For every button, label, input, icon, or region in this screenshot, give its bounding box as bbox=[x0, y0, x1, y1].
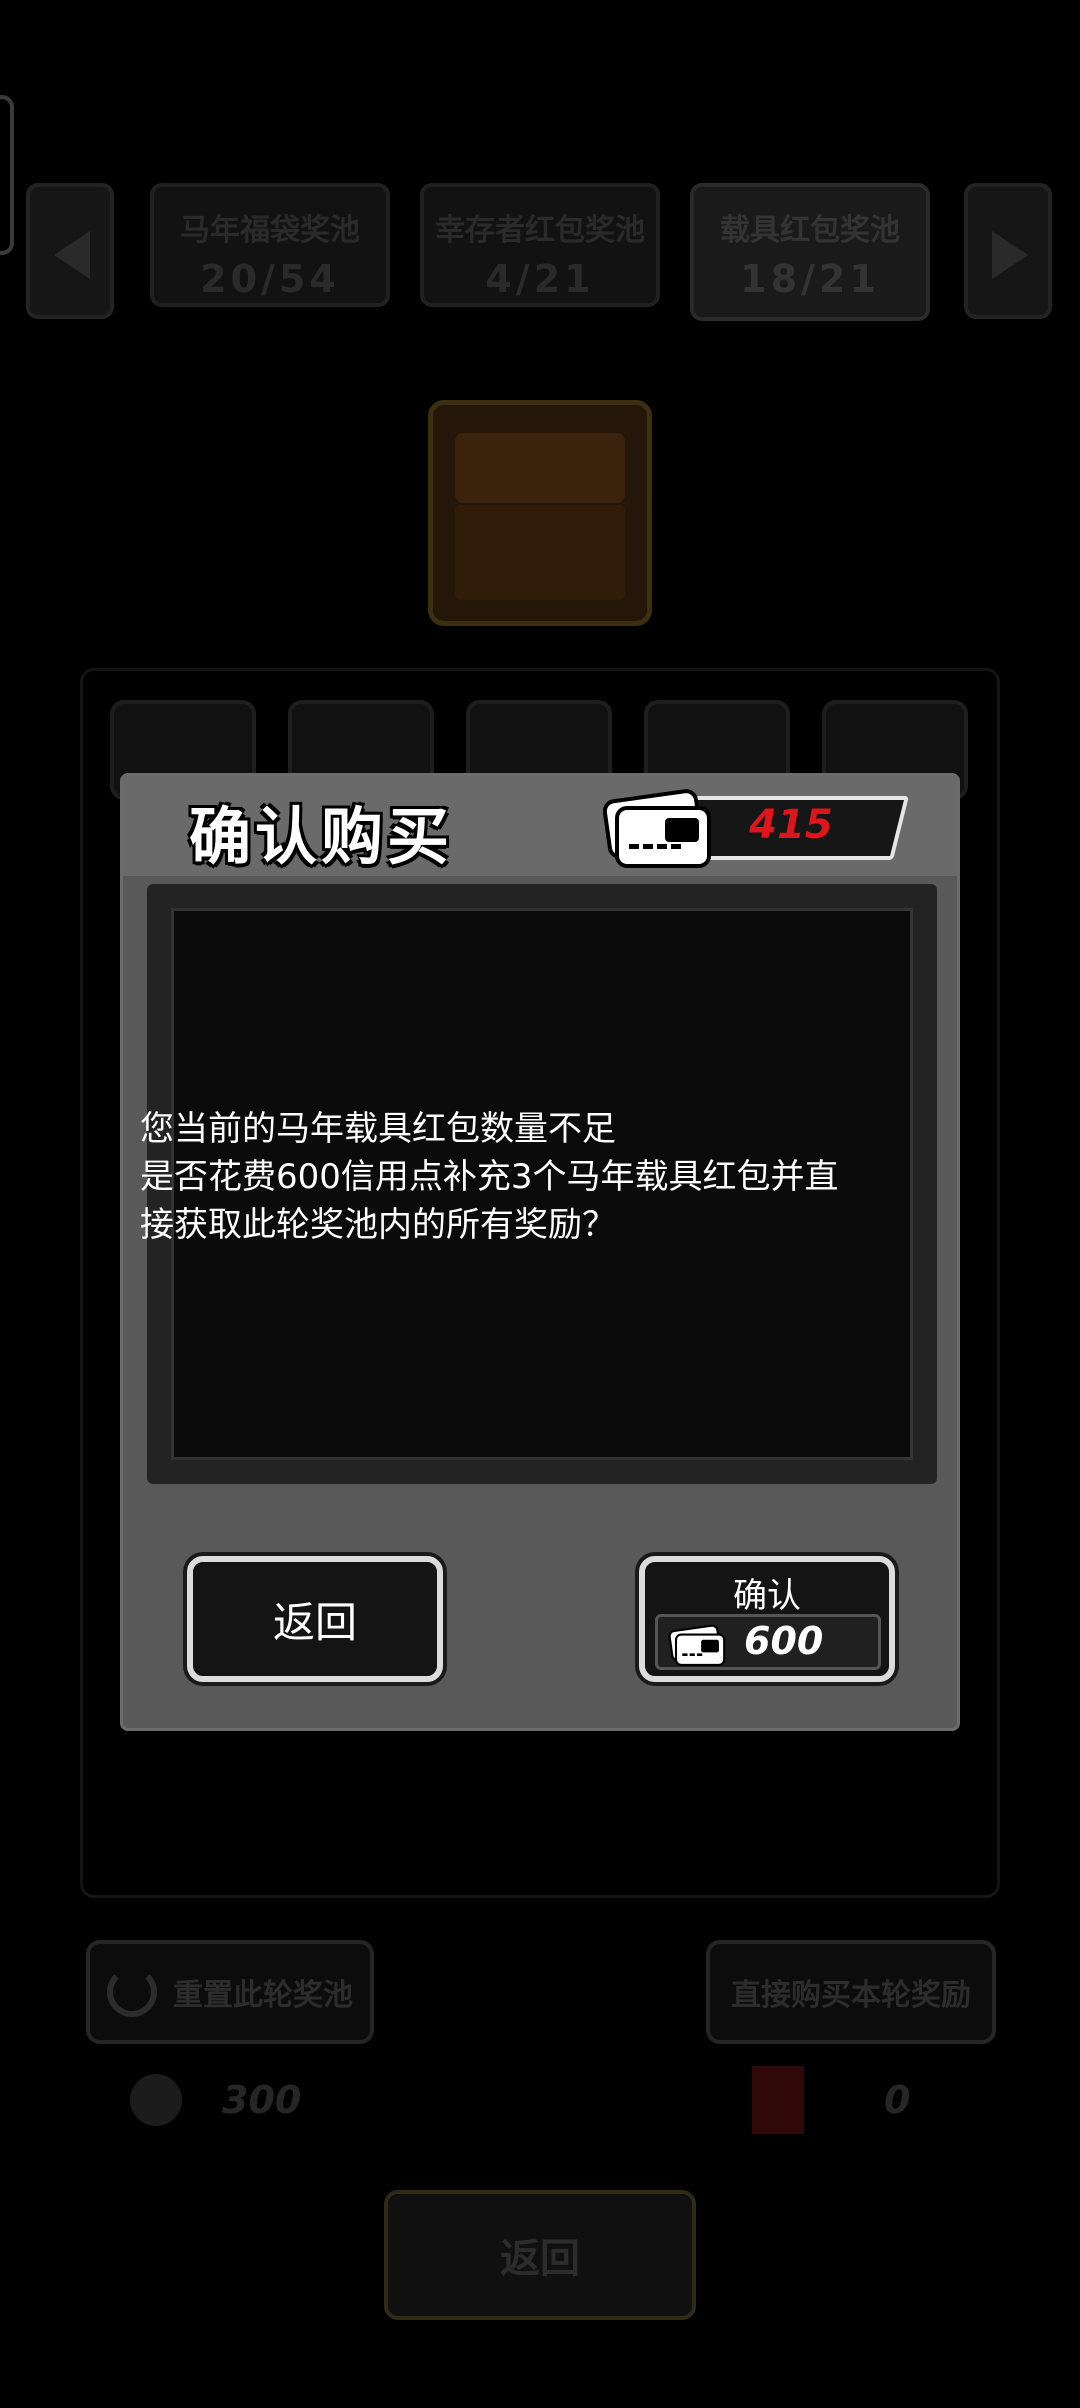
refresh-icon bbox=[107, 1967, 157, 2017]
screen: 马年福袋奖池 20/54 幸存者红包奖池 4/21 载具红包奖池 18/21 重… bbox=[0, 0, 1080, 2408]
envelope-count-value: 0 bbox=[884, 2078, 911, 2122]
confirm-button-label: 确认 bbox=[733, 1576, 801, 1616]
pool-tab-count: 4/21 bbox=[485, 257, 595, 301]
pool-tab-name: 幸存者红包奖池 bbox=[435, 213, 645, 248]
reset-pool-label: 重置此轮奖池 bbox=[173, 1978, 353, 2013]
pool-tab-1[interactable]: 马年福袋奖池 20/54 bbox=[150, 183, 390, 307]
reward-chest-icon bbox=[428, 400, 652, 626]
side-frame bbox=[0, 95, 14, 255]
pool-tab-name: 载具红包奖池 bbox=[720, 213, 900, 248]
credit-balance-value: 415 bbox=[749, 802, 833, 848]
envelope-count: 0 bbox=[752, 2065, 910, 2135]
confirm-price-box: 600 bbox=[655, 1614, 881, 1670]
confirm-purchase-dialog: 确认购买 415 返回 确认 600 bbox=[120, 773, 960, 1731]
dialog-message: 您当前的马年载具红包数量不足 是否花费600信用点补充3个马年载具红包并直 接获… bbox=[140, 1105, 920, 1249]
confirm-price: 600 bbox=[744, 1619, 824, 1663]
red-envelope-icon bbox=[752, 2066, 804, 2134]
message-line: 是否花费600信用点补充3个马年载具红包并直 bbox=[140, 1157, 839, 1197]
buy-direct-button[interactable]: 直接购买本轮奖励 bbox=[706, 1940, 996, 2044]
prev-pool-button[interactable] bbox=[26, 183, 114, 319]
reset-pool-button[interactable]: 重置此轮奖池 bbox=[86, 1940, 374, 2044]
reset-cost: 300 bbox=[130, 2065, 301, 2135]
message-line: 接获取此轮奖池内的所有奖励？ bbox=[140, 1205, 616, 1245]
pool-tab-name: 马年福袋奖池 bbox=[180, 213, 360, 248]
pool-tab-count: 20/54 bbox=[200, 257, 340, 301]
bottom-back-label: 返回 bbox=[500, 2236, 580, 2282]
pool-tab-2[interactable]: 幸存者红包奖池 4/21 bbox=[420, 183, 660, 307]
credit-card-icon bbox=[603, 789, 711, 868]
next-pool-button[interactable] bbox=[964, 183, 1052, 319]
coin-icon bbox=[130, 2074, 182, 2126]
chevron-right-icon bbox=[992, 231, 1028, 279]
back-button-label: 返回 bbox=[272, 1597, 357, 1647]
credit-balance: 415 bbox=[603, 789, 909, 868]
chevron-left-icon bbox=[54, 231, 90, 279]
dialog-title: 确认购买 bbox=[189, 800, 454, 873]
pool-tab-3[interactable]: 载具红包奖池 18/21 bbox=[690, 183, 930, 321]
buy-direct-label: 直接购买本轮奖励 bbox=[731, 1978, 971, 2013]
reset-cost-value: 300 bbox=[222, 2078, 302, 2122]
pool-tab-count: 18/21 bbox=[740, 257, 880, 301]
confirm-button[interactable]: 确认 600 bbox=[639, 1556, 895, 1682]
message-line: 您当前的马年载具红包数量不足 bbox=[140, 1109, 616, 1149]
back-button[interactable]: 返回 bbox=[187, 1556, 443, 1682]
bottom-back-button[interactable]: 返回 bbox=[384, 2190, 696, 2320]
credit-card-icon bbox=[668, 1624, 726, 1666]
